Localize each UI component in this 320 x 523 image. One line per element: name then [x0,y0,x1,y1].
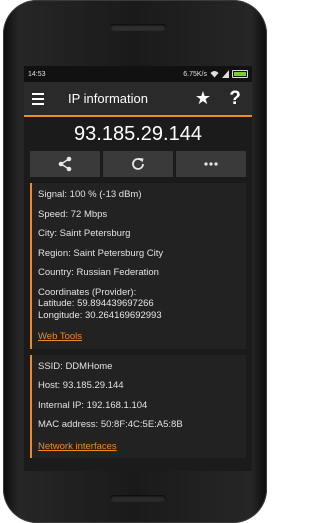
ip-address: 93.185.29.144 [74,123,202,145]
phone-frame: 14:53 6.75K/s IP information ★ ? 93.185.… [3,0,267,523]
bottom-speaker [110,495,166,502]
refresh-icon [132,158,144,170]
app-bar: IP information ★ ? [24,82,252,117]
speed-text: Speed: 72 Mbps [38,208,108,220]
status-time: 14:53 [28,70,46,78]
network-speed: 6.75K/s [183,70,207,78]
connection-info-card: Signal: 100 % (-13 dBm) Speed: 72 Mbps C… [30,183,246,349]
app-title: IP information [68,91,148,106]
coordinates-title: Coordinates (Provider): [38,286,137,298]
status-icons: 6.75K/s [183,70,248,78]
menu-icon[interactable] [32,88,54,110]
wifi-icon [210,71,219,78]
battery-icon [232,70,248,78]
region-text: Region: Saint Petersburg City [38,247,164,259]
share-button[interactable] [30,151,100,177]
mac-address-text: MAC address: 50:8F:4C:5E:A5:8B [38,419,183,430]
ssid-text: SSID: DDMHome [38,360,113,372]
web-tools-link[interactable]: Web Tools [38,331,246,343]
action-buttons [24,151,252,177]
network-interfaces-link[interactable]: Network interfaces [38,441,246,453]
screen: 14:53 6.75K/s IP information ★ ? 93.185.… [24,66,252,471]
refresh-button[interactable] [103,151,173,177]
city-text: City: Saint Petersburg [38,228,131,239]
latitude-text: Latitude: 59.894439697266 [38,298,154,309]
network-info-card: SSID: DDMHome Host: 93.185.29.144 Intern… [30,354,246,458]
star-icon[interactable]: ★ [192,88,214,109]
more-button[interactable] [176,151,246,177]
share-icon [58,156,72,172]
help-icon[interactable]: ? [224,88,246,110]
signal-text: Signal: 100 % (-13 dBm) [38,189,142,200]
signal-icon [222,70,229,78]
longitude-text: Longitude: 30.264169692993 [38,309,162,321]
country-text: Country: Russian Federation [38,267,159,278]
earpiece-speaker [110,24,166,31]
internal-ip-text: Internal IP: 192.168.1.104 [38,399,148,411]
host-text: Host: 93.185.29.144 [38,380,124,391]
status-bar: 14:53 6.75K/s [24,66,252,82]
more-icon [204,162,218,166]
